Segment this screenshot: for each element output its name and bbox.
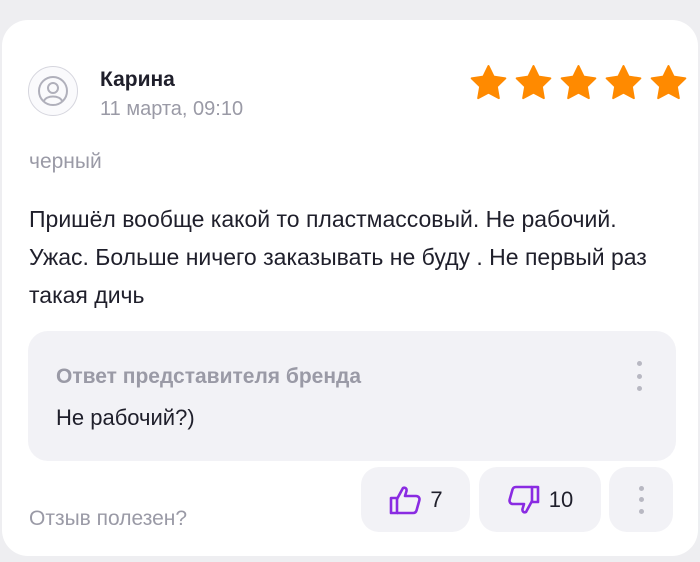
star-icon	[560, 65, 597, 100]
like-button[interactable]: 7	[361, 467, 470, 532]
more-vertical-icon	[638, 485, 644, 514]
thumbs-down-icon	[507, 485, 540, 514]
dislike-count: 10	[548, 486, 574, 512]
review-date: 11 марта, 09:10	[100, 98, 244, 120]
product-variant: черный	[29, 150, 102, 173]
brand-reply-title: Ответ представителя бренда	[56, 365, 362, 388]
star-icon	[470, 65, 507, 100]
brand-reply: Ответ представителя бренда Не рабочий?)	[28, 331, 676, 461]
dislike-button[interactable]: 10	[479, 467, 601, 532]
user-icon	[38, 76, 68, 106]
like-count: 7	[430, 486, 443, 512]
star-icon	[650, 65, 687, 100]
review-text: Пришёл вообще какой то пластмассовый. Не…	[29, 206, 647, 308]
star-rating	[468, 63, 689, 103]
avatar	[28, 66, 78, 116]
author-name: Карина	[100, 68, 175, 91]
reply-more-icon[interactable]	[636, 361, 642, 391]
helpful-question: Отзыв полезен?	[29, 507, 188, 530]
thumbs-up-icon	[390, 485, 422, 514]
star-icon	[605, 65, 642, 100]
star-icon	[515, 65, 552, 100]
brand-reply-text: Не рабочий?)	[56, 405, 195, 430]
more-options-button[interactable]	[609, 467, 673, 532]
